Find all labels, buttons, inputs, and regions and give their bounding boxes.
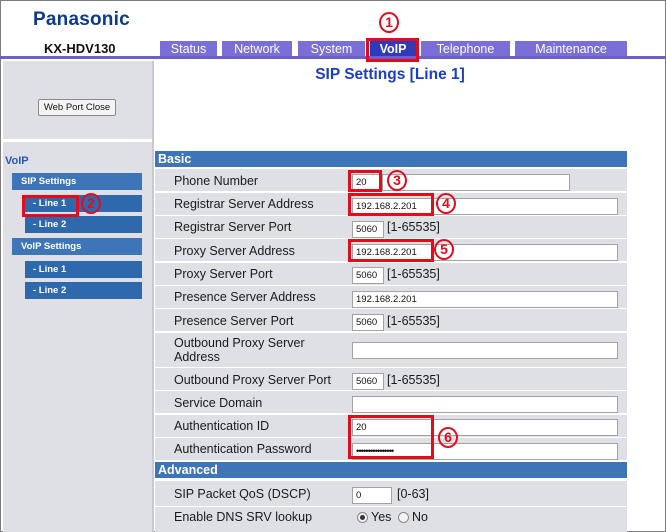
outbound-proxy-port-input[interactable] [352, 373, 384, 390]
label-outbound-proxy-address: Outbound Proxy Server Address [174, 336, 305, 364]
callout-4: 4 [436, 193, 456, 214]
highlight-sip-line1 [22, 195, 79, 217]
tab-bar-underline [0, 56, 666, 59]
proxy-port-input[interactable] [352, 267, 384, 284]
presence-port-input[interactable] [352, 314, 384, 331]
web-port-close-button[interactable]: Web Port Close [38, 99, 116, 116]
presence-port-range: [1-65535] [387, 314, 440, 328]
model-name: KX-HDV130 [44, 41, 116, 56]
tab-system[interactable]: System [298, 41, 365, 57]
sidebar-item-voip-line1[interactable]: - Line 1 [25, 261, 142, 278]
page-title: SIP Settings [Line 1] [315, 66, 465, 83]
registrar-port-input[interactable] [352, 221, 384, 238]
highlight-proxy-address [348, 239, 434, 262]
sidebar-item-voip-line2[interactable]: - Line 2 [25, 282, 142, 299]
highlight-voip-tab [366, 38, 419, 62]
section-basic: Basic [155, 151, 627, 167]
highlight-registrar-address [348, 193, 434, 216]
label-auth-id: Authentication ID [174, 419, 270, 433]
outbound-proxy-address-input[interactable] [352, 342, 618, 359]
callout-3: 3 [387, 170, 407, 191]
label-service-domain: Service Domain [174, 396, 263, 410]
label-phone-number: Phone Number [174, 174, 259, 188]
highlight-authentication [348, 415, 434, 459]
sidebar-item-sip-line2[interactable]: - Line 2 [25, 216, 142, 233]
label-presence-port: Presence Server Port [174, 314, 294, 328]
tab-network[interactable]: Network [222, 41, 292, 57]
highlight-phone-number [348, 170, 382, 192]
service-domain-input[interactable] [352, 396, 618, 413]
brand-logo: Panasonic [33, 9, 130, 30]
outbound-proxy-port-range: [1-65535] [387, 373, 440, 387]
dns-srv-yes-label: Yes [371, 510, 392, 524]
sidebar-divider [152, 61, 154, 532]
label-proxy-port: Proxy Server Port [174, 267, 273, 281]
label-sip-qos: SIP Packet QoS (DSCP) [174, 487, 311, 501]
label-registrar-port: Registrar Server Port [174, 220, 292, 234]
label-presence-address: Presence Server Address [174, 290, 316, 304]
dns-srv-yes-radio[interactable] [357, 512, 368, 523]
dns-srv-no-radio[interactable] [398, 512, 409, 523]
callout-1: 1 [379, 12, 399, 33]
proxy-port-range: [1-65535] [387, 267, 440, 281]
label-dns-srv: Enable DNS SRV lookup [174, 510, 313, 524]
label-outbound-proxy-port: Outbound Proxy Server Port [174, 373, 332, 387]
sidebar-item-voip-settings[interactable]: VoIP Settings [12, 238, 142, 255]
sidebar-section-voip: VoIP [5, 155, 29, 167]
label-proxy-address: Proxy Server Address [174, 244, 295, 258]
phone-number-extra-input[interactable] [382, 174, 570, 191]
callout-6: 6 [438, 427, 458, 448]
sip-qos-input[interactable] [352, 487, 392, 504]
label-auth-password: Authentication Password [174, 442, 312, 456]
tab-status[interactable]: Status [160, 41, 217, 57]
label-registrar-address: Registrar Server Address [174, 197, 314, 211]
callout-2: 2 [81, 193, 101, 214]
tab-maintenance[interactable]: Maintenance [515, 41, 627, 57]
registrar-port-range: [1-65535] [387, 220, 440, 234]
callout-5: 5 [434, 239, 454, 260]
section-advanced: Advanced [155, 462, 627, 478]
dns-srv-no-label: No [412, 510, 428, 524]
sip-qos-range: [0-63] [397, 487, 429, 501]
sidebar-item-sip-settings[interactable]: SIP Settings [12, 173, 142, 190]
presence-address-input[interactable] [352, 291, 618, 308]
tab-telephone[interactable]: Telephone [421, 41, 510, 57]
